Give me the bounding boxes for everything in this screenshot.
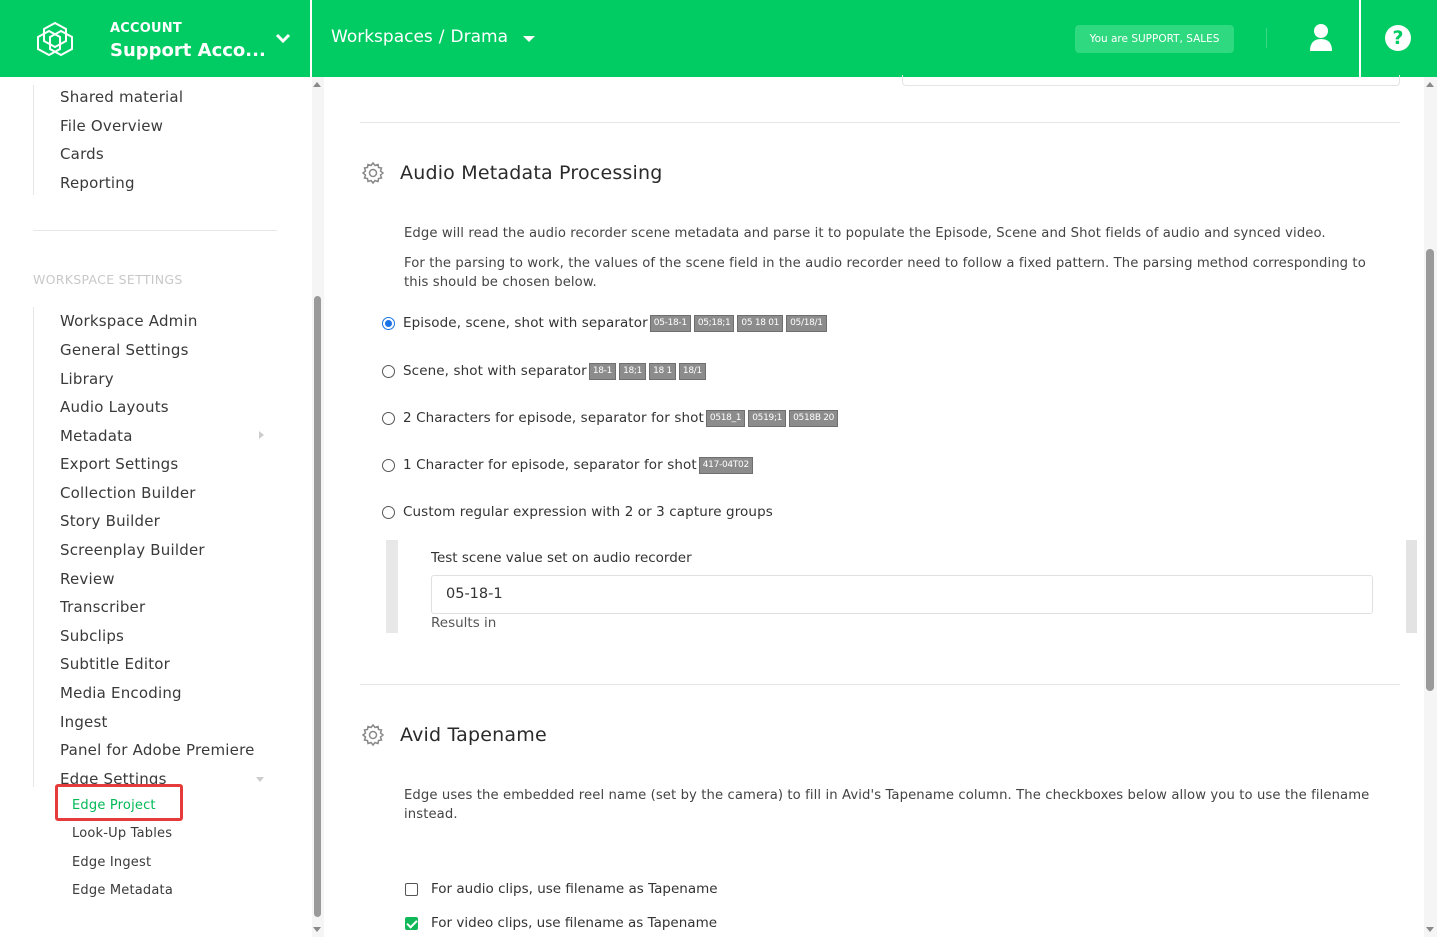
audio-tapename-checkbox[interactable] — [405, 882, 418, 896]
sidebar-item-story-builder[interactable]: Story Builder — [60, 512, 160, 530]
parsing-option-label: Episode, scene, shot with separator — [403, 315, 648, 331]
divider — [360, 122, 1400, 123]
sidebar-item-review[interactable]: Review — [60, 570, 115, 588]
breadcrumb-workspaces[interactable]: Workspaces — [331, 27, 433, 47]
role-badge: You are SUPPORT, SALES — [1075, 25, 1234, 53]
sidebar-subitem-lookup-tables[interactable]: Look-Up Tables — [72, 826, 172, 841]
caret-down-icon[interactable] — [523, 36, 535, 42]
sidebar-item-audio-layouts[interactable]: Audio Layouts — [60, 398, 169, 416]
divider — [1266, 28, 1267, 48]
chevron-down-icon[interactable] — [274, 30, 292, 46]
main-content: Audio Metadata Processing Edge will read… — [324, 75, 1424, 937]
user-icon[interactable] — [1307, 22, 1335, 52]
sidebar-item-shared-material[interactable]: Shared material — [60, 88, 183, 106]
breadcrumb-current[interactable]: Drama — [451, 27, 508, 47]
help-icon[interactable]: ? — [1385, 25, 1411, 51]
caret-down-icon[interactable] — [256, 777, 264, 782]
top-bar: ACCOUNT Support Acco... Workspaces / Drama… — [0, 0, 1437, 77]
sidebar: Shared material File Overview Cards Repo… — [0, 77, 312, 937]
sidebar-item-media-encoding[interactable]: Media Encoding — [60, 684, 182, 702]
breadcrumb: Workspaces / Drama — [331, 27, 508, 47]
sidebar-scrollbar-thumb[interactable] — [314, 296, 321, 917]
scroll-down-icon[interactable] — [1426, 927, 1434, 932]
example-chip: 18;1 — [619, 362, 647, 380]
parsing-option-radio[interactable] — [382, 411, 395, 425]
sidebar-subitem-edge-metadata[interactable]: Edge Metadata — [72, 883, 173, 898]
parsing-option-1[interactable]: Scene, shot with separator 18-1 18;1 18 1 18… — [382, 360, 709, 382]
example-chip: 0518_1 — [705, 409, 746, 427]
section-title-audio-metadata: Audio Metadata Processing — [400, 162, 663, 184]
sidebar-item-collection-builder[interactable]: Collection Builder — [60, 484, 196, 502]
parsing-option-radio[interactable] — [382, 505, 395, 519]
sidebar-item-library[interactable]: Library — [60, 370, 114, 388]
example-chip: 05/18/1 — [786, 314, 827, 332]
scroll-down-icon[interactable] — [313, 927, 321, 932]
example-chip: 0518B 20 — [789, 409, 839, 427]
sidebar-item-transcriber[interactable]: Transcriber — [60, 598, 145, 616]
scroll-up-icon[interactable] — [1426, 82, 1434, 87]
section-title-avid-tapename: Avid Tapename — [400, 724, 547, 746]
parsing-option-radio[interactable] — [382, 458, 395, 472]
video-tapename-label: For video clips, use filename as Tapenam… — [431, 915, 718, 931]
sidebar-item-export-settings[interactable]: Export Settings — [60, 455, 178, 473]
example-chip: 05 18 01 — [737, 314, 784, 332]
audio-meta-description-2: For the parsing to work, the values of t… — [404, 256, 1366, 290]
sidebar-subitem-edge-ingest[interactable]: Edge Ingest — [72, 855, 151, 870]
divider — [360, 684, 1400, 685]
video-tapename-option[interactable]: For video clips, use filename as Tapenam… — [405, 913, 717, 933]
main-scrollbar-thumb[interactable] — [1426, 249, 1434, 691]
inner-scrollbar[interactable] — [1406, 540, 1417, 633]
audio-tapename-option[interactable]: For audio clips, use filename as Tapenam… — [405, 879, 718, 899]
sidebar-item-metadata[interactable]: Metadata — [60, 427, 133, 445]
gear-icon — [361, 161, 385, 185]
example-chip: 417-04T02 — [698, 456, 753, 474]
parsing-option-label: Scene, shot with separator — [403, 363, 587, 379]
sidebar-item-file-overview[interactable]: File Overview — [60, 117, 163, 135]
example-chip: 18/1 — [678, 362, 706, 380]
parsing-option-radio[interactable] — [382, 364, 395, 378]
section-label: WORKSPACE SETTINGS — [33, 272, 183, 287]
sidebar-item-screenplay-builder[interactable]: Screenplay Builder — [60, 541, 205, 559]
sidebar-item-subclips[interactable]: Subclips — [60, 627, 124, 645]
sidebar-item-subtitle-editor[interactable]: Subtitle Editor — [60, 655, 170, 673]
divider — [33, 230, 277, 231]
test-panel-bar — [386, 540, 398, 633]
parsing-option-radio[interactable] — [382, 316, 395, 330]
parsing-option-label: 1 Character for episode, separator for s… — [403, 457, 697, 473]
audio-meta-description: Edge will read the audio recorder scene … — [404, 226, 1326, 241]
sidebar-item-cards[interactable]: Cards — [60, 145, 104, 163]
test-scene-label: Test scene value set on audio recorder — [431, 550, 692, 566]
sidebar-item-panel-adobe-premiere[interactable]: Panel for Adobe Premiere — [60, 741, 255, 759]
account-switcher[interactable]: ACCOUNT Support Acco... — [0, 0, 312, 77]
parsing-option-2[interactable]: 2 Characters for episode, separator for … — [382, 407, 841, 429]
video-tapename-checkbox[interactable] — [405, 916, 418, 930]
parsing-option-4[interactable]: Custom regular expression with 2 or 3 ca… — [382, 501, 775, 523]
example-chip: 0519;1 — [748, 409, 787, 427]
caret-right-icon[interactable] — [259, 431, 264, 439]
avid-description: Edge uses the embedded reel name (set by… — [404, 788, 1370, 822]
sidebar-subitem-edge-project[interactable]: Edge Project — [72, 798, 156, 813]
divider — [1359, 0, 1361, 77]
account-name: Support Acco... — [110, 40, 266, 61]
scroll-up-icon[interactable] — [313, 82, 321, 87]
example-chip: 05;18;1 — [693, 314, 735, 332]
parsing-option-3[interactable]: 1 Character for episode, separator for s… — [382, 454, 756, 476]
sidebar-item-workspace-admin[interactable]: Workspace Admin — [60, 312, 198, 330]
parsing-option-label: 2 Characters for episode, separator for … — [403, 410, 704, 426]
parsing-option-0[interactable]: Episode, scene, shot with separator 05-18… — [382, 312, 830, 334]
input-field-partial[interactable] — [902, 75, 1400, 86]
example-chip: 05-18-1 — [649, 314, 691, 332]
sidebar-item-ingest[interactable]: Ingest — [60, 713, 108, 731]
results-label: Results in — [431, 615, 497, 631]
sidebar-item-general-settings[interactable]: General Settings — [60, 341, 189, 359]
test-scene-input[interactable]: 05-18-1 — [431, 575, 1373, 614]
example-chip: 18-1 — [588, 362, 617, 380]
logo-icon — [37, 21, 73, 57]
audio-tapename-label: For audio clips, use filename as Tapenam… — [431, 881, 718, 897]
example-chip: 18 1 — [649, 362, 676, 380]
account-label: ACCOUNT — [110, 21, 182, 36]
parsing-option-label: Custom regular expression with 2 or 3 ca… — [403, 504, 773, 520]
sidebar-item-reporting[interactable]: Reporting — [60, 174, 135, 192]
gear-icon — [361, 723, 385, 747]
